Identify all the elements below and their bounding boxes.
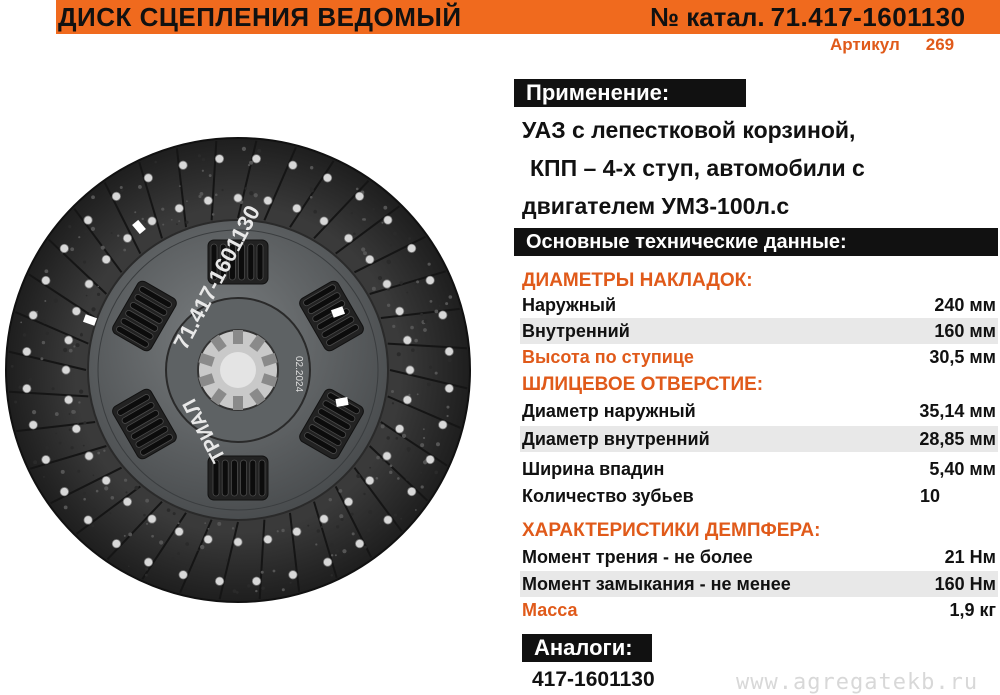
linings-title: ДИАМЕТРЫ НАКЛАДОК: [522,270,753,292]
spec-row-hub-height: Высота по ступице 30,5 мм [520,344,998,370]
spec-row-spline-outer: Диаметр наружный 35,14 мм [520,398,998,424]
spline-title: ШЛИЦЕВОЕ ОТВЕРСТИЕ: [522,374,763,396]
header-left-gap [0,0,56,34]
application-heading: Применение: [514,79,746,107]
application-line-1: УАЗ с лепестковой корзиной, [522,117,855,144]
disc-code-text: 02.2024 [293,356,304,393]
spec-value: 21 Нм [945,544,996,570]
spec-label: Ширина впадин [522,456,664,482]
spec-value: 240 мм [934,292,996,318]
spec-value: 1,9 кг [949,597,996,623]
catalog-number: № катал. 71.417-1601130 [650,2,966,32]
spec-row-outer-diameter: Наружный 240 мм [520,292,998,318]
spec-label: Количество зубьев [522,483,694,509]
article-value: 269 [926,35,954,54]
catalog-value: 71.417-1601130 [771,2,966,32]
watermark: www.agregatekb.ru [736,670,978,695]
spec-label: Диаметр наружный [522,398,696,424]
spec-value: 5,40 мм [929,456,996,482]
spec-value: 28,85 мм [919,426,996,452]
spec-value: 160 Нм [935,571,996,597]
application-line-3: двигателем УМЗ-100л.с [522,193,789,220]
spec-label: Наружный [522,292,616,318]
spec-label: Внутренний [522,318,630,344]
clutch-disc-image: 71.417-1601130 ТРИАЛ 02.2024 [4,66,478,678]
spec-label: Момент трения - не более [522,544,753,570]
article-label: Артикул [830,35,900,54]
spec-row-mass: Масса 1,9 кг [520,597,998,623]
spec-row-teeth-count: Количество зубьев 10 [520,483,998,509]
catalog-label: № катал. [650,2,765,32]
analogs-heading: Аналоги: [522,634,652,662]
spec-row-locking-moment: Момент замыкания - не менее 160 Нм [520,571,998,597]
spec-value: 35,14 мм [919,398,996,424]
spec-label: Высота по ступице [522,344,694,370]
spec-row-friction-moment: Момент трения - не более 21 Нм [520,544,998,570]
spec-value: 10 [920,483,940,509]
clutch-disc-svg: 71.417-1601130 ТРИАЛ 02.2024 [4,66,478,678]
article-number: Артикул 269 [830,35,954,55]
damper-title: ХАРАКТЕРИСТИКИ ДЕМПФЕРА: [522,520,820,542]
spec-value: 160 мм [934,318,996,344]
spec-value: 30,5 мм [929,344,996,370]
specs-heading: Основные технические данные: [514,228,998,256]
page-title: ДИСК СЦЕПЛЕНИЯ ВЕДОМЫЙ [58,2,462,32]
spec-label: Диаметр внутренний [522,426,710,452]
spec-label: Момент замыкания - не менее [522,571,791,597]
spec-row-inner-diameter: Внутренний 160 мм [520,318,998,344]
spec-label: Масса [522,597,577,623]
application-line-2: КПП – 4-х ступ, автомобили с [530,155,865,182]
analog-value: 417-1601130 [532,668,655,692]
spec-row-groove-width: Ширина впадин 5,40 мм [520,456,998,482]
spec-row-spline-inner: Диаметр внутренний 28,85 мм [520,426,998,452]
